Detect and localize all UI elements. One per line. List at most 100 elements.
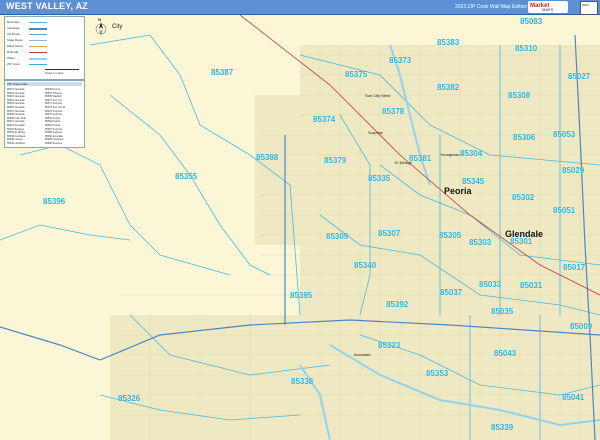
legend-swatch: [29, 22, 47, 23]
legend-row: Boundary: [7, 20, 20, 24]
zip-label[interactable]: 85326: [118, 394, 140, 403]
zip-label[interactable]: 85388: [256, 153, 278, 162]
map-legend: Boundary Interstate US Route State Route…: [4, 16, 85, 80]
legend-row: Water: [7, 56, 15, 60]
index-entry: 85335 El Mirage: [7, 131, 26, 135]
legend-swatch: [29, 58, 47, 60]
zip-label[interactable]: 85083: [520, 17, 542, 26]
zip-label[interactable]: 85387: [211, 68, 233, 77]
index-entry: 85395 Goodyear: [45, 138, 64, 142]
index-entry: 85387 Surprise: [45, 127, 62, 131]
legend-swatch: [29, 64, 47, 65]
zip-label[interactable]: 85031: [520, 281, 542, 290]
map-title: WEST VALLEY, AZ: [6, 1, 89, 11]
zip-label[interactable]: 85051: [553, 206, 575, 215]
zip-label[interactable]: 85017: [563, 263, 585, 272]
publisher-logo: Market MAPS: [528, 1, 568, 13]
zip-label[interactable]: 85309: [326, 232, 348, 241]
city-label-sun-city-west[interactable]: Sun City West: [365, 93, 390, 98]
index-entry: 85302 Glendale: [7, 91, 25, 95]
city-label-surprise[interactable]: Surprise: [368, 130, 383, 135]
zip-index: ZIP Code Index 85301 Glendale 85302 Glend…: [4, 80, 85, 148]
header-bar: WEST VALLEY, AZ 2023 ZIP Code Wall Map E…: [0, 0, 600, 15]
index-entry: 85374 Surprise: [45, 102, 62, 106]
legend-row: Interstate: [7, 26, 20, 30]
legend-swatch: [29, 40, 47, 41]
index-entry: 85303 Glendale: [7, 95, 25, 99]
zip-label[interactable]: 85035: [491, 307, 513, 316]
zip-label[interactable]: 85381: [409, 154, 431, 163]
logo-sub: MAPS: [542, 7, 554, 12]
legend-swatch: [29, 28, 47, 30]
index-entry: 85375 Sun City W: [45, 106, 66, 109]
zip-label[interactable]: 85033: [479, 280, 501, 289]
city-label-avondale[interactable]: Avondale: [354, 352, 371, 357]
scale-label: Scale in miles: [45, 71, 64, 75]
zip-label[interactable]: 85308: [508, 91, 530, 100]
zip-label[interactable]: 85304: [460, 149, 482, 158]
index-entry: 85301 Glendale: [7, 88, 25, 91]
zip-label[interactable]: 85043: [494, 349, 516, 358]
compass-rose: N: [92, 17, 110, 38]
edition-label: 2023 ZIP Code Wall Map Edition: [455, 4, 528, 10]
city-label-youngtown[interactable]: Youngtown: [440, 152, 460, 157]
zip-label[interactable]: 85339: [491, 423, 513, 432]
index-entry: 85379 Surprise: [45, 113, 62, 117]
map-canvas[interactable]: WEST VALLEY, AZ 2023 ZIP Code Wall Map E…: [0, 0, 600, 440]
index-entry: 85306 Glendale: [7, 106, 25, 109]
zip-label[interactable]: 85041: [562, 393, 584, 402]
index-entry: 85345 Peoria: [45, 88, 60, 91]
zip-label[interactable]: 85395: [290, 291, 312, 300]
legend-swatch: [29, 46, 47, 47]
zip-label[interactable]: 85305: [439, 231, 461, 240]
corner-badge: 2023: [580, 1, 598, 15]
zip-label[interactable]: 85379: [324, 156, 346, 165]
scale-bar: [45, 69, 79, 70]
zip-label[interactable]: 85310: [515, 44, 537, 53]
zip-label[interactable]: 85009: [570, 322, 592, 331]
zip-label[interactable]: 85396: [43, 197, 65, 206]
index-entry: 85310 Glendale: [7, 120, 25, 124]
legend-row: Railroad: [7, 50, 19, 54]
zip-label[interactable]: 85302: [512, 193, 534, 202]
zip-label[interactable]: 85345: [462, 177, 484, 186]
index-entry: 85309 Luke AFB: [7, 116, 26, 120]
index-entry: 85355 Waddell: [45, 95, 62, 99]
zip-label[interactable]: 85306: [513, 133, 535, 142]
zip-label[interactable]: 85303: [469, 238, 491, 247]
legend-row: ZIP Code: [7, 62, 20, 66]
zip-label[interactable]: 85375: [345, 70, 367, 79]
index-entry: 85339 Laveen: [7, 138, 23, 142]
zip-label[interactable]: 85378: [382, 107, 404, 116]
zip-label[interactable]: 85374: [313, 115, 335, 124]
zip-label[interactable]: 85338: [291, 377, 313, 386]
city-label-el-mirage[interactable]: El Mirage: [395, 160, 412, 165]
city-label-peoria[interactable]: Peoria: [444, 186, 472, 196]
zip-label[interactable]: 85373: [389, 56, 411, 65]
zip-label[interactable]: 85355: [175, 172, 197, 181]
index-entry: 85326 Buckeye: [7, 127, 25, 131]
city-label-glendale[interactable]: Glendale: [505, 229, 543, 239]
index-title: ZIP Code Index: [7, 82, 82, 86]
zip-label[interactable]: 85053: [553, 130, 575, 139]
zip-label[interactable]: 85323: [378, 341, 400, 350]
legend-swatch: [29, 52, 47, 53]
zip-label[interactable]: 85029: [562, 166, 584, 175]
index-entry: 85307 Glendale: [7, 109, 25, 113]
zip-label[interactable]: 85335: [368, 174, 390, 183]
zip-label[interactable]: 85353: [426, 369, 448, 378]
index-entry: 85338 Goodyear: [7, 134, 26, 138]
index-entry: 85392 Avondale: [45, 134, 63, 138]
zip-label[interactable]: 85307: [378, 229, 400, 238]
corner-text: 2023: [582, 3, 589, 7]
index-entry: 85304 Glendale: [7, 98, 25, 102]
zip-label[interactable]: 85392: [386, 300, 408, 309]
compass-north-label: N: [98, 17, 101, 22]
zip-label[interactable]: 85383: [437, 38, 459, 47]
zip-label[interactable]: 85382: [437, 83, 459, 92]
zip-label[interactable]: 85027: [568, 72, 590, 81]
index-entry: 85323 Avondale: [7, 124, 25, 127]
zip-label[interactable]: 85340: [354, 261, 376, 270]
zip-label[interactable]: 85037: [440, 288, 462, 297]
legend-swatch: [29, 34, 47, 35]
